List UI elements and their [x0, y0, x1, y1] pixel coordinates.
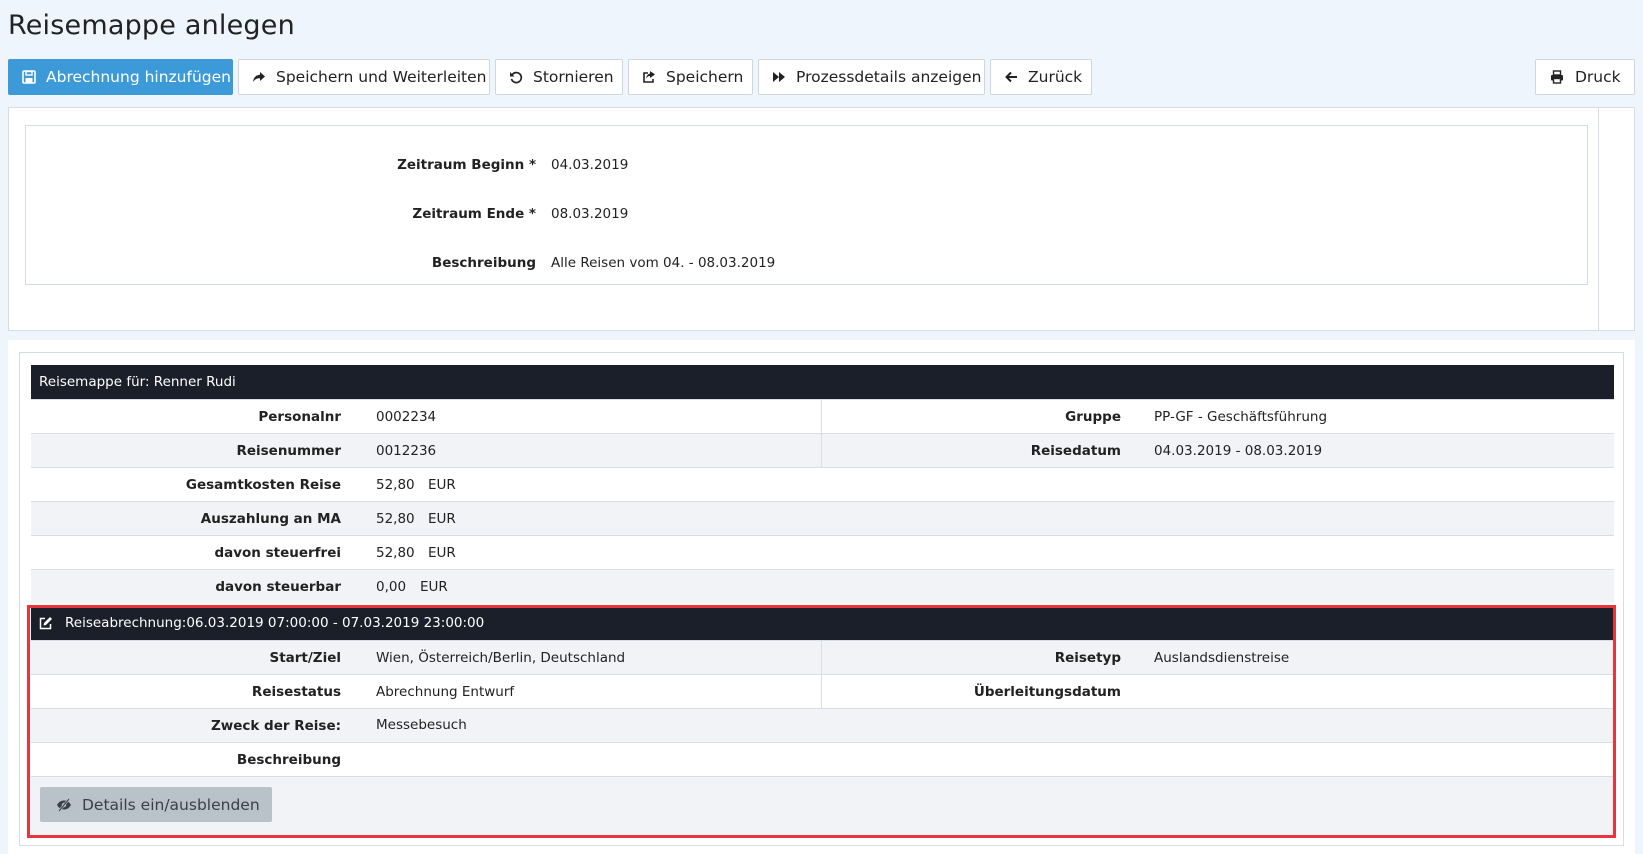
table-row: davon steuerfrei 52,80 EUR: [31, 535, 1614, 569]
undo-icon: [509, 69, 523, 85]
reisestatus-label: Reisestatus: [251, 684, 341, 700]
invoice-description-label: Beschreibung: [236, 752, 341, 768]
travel-panel: Reisemappe für: Renner Rudi Personalnr 0…: [8, 340, 1635, 854]
currency-label: EUR: [420, 579, 448, 595]
edit-icon[interactable]: [39, 616, 53, 630]
invoice-header[interactable]: Reiseabrechnung:06.03.2019 07:00:00 - 07…: [31, 606, 1614, 640]
table-row: Auszahlung an MA 52,80 EUR: [31, 501, 1614, 535]
toolbar: Abrechnung hinzufügen Speichern und Weit…: [8, 59, 1635, 95]
auszahlung-label: Auszahlung an MA: [200, 511, 341, 527]
folder-header: Reisemappe für: Renner Rudi: [31, 365, 1614, 399]
start-ziel-value: Wien, Österreich/Berlin, Deutschland: [376, 650, 626, 666]
save-label: Speichern: [666, 68, 744, 86]
invoice-header-text: Reiseabrechnung:06.03.2019 07:00:00 - 07…: [65, 615, 485, 631]
cancel-button[interactable]: Stornieren: [495, 59, 623, 95]
process-details-button[interactable]: Prozessdetails anzeigen: [758, 59, 985, 95]
zweck-value: Messebesuch: [376, 717, 467, 733]
reisetyp-label: Reisetyp: [1054, 650, 1121, 666]
page-title: Reisemappe anlegen: [8, 10, 295, 41]
auszahlung-value: 52,80: [376, 511, 415, 527]
travel-box: Reisemappe für: Renner Rudi Personalnr 0…: [19, 352, 1624, 846]
start-ziel-label: Start/Ziel: [269, 650, 341, 666]
eye-slash-icon: [56, 797, 72, 813]
currency-label: EUR: [428, 545, 456, 561]
folder-header-text: Reisemappe für: Renner Rudi: [39, 374, 236, 390]
form-row-description: Beschreibung Alle Reisen vom 04. - 08.03…: [26, 253, 1587, 273]
save-button[interactable]: Speichern: [628, 59, 753, 95]
table-row: Zweck der Reise: Messebesuch: [31, 708, 1614, 742]
back-button[interactable]: Zurück: [990, 59, 1092, 95]
form-row-end: Zeitraum Ende * 08.03.2019: [26, 204, 1587, 224]
gesamtkosten-value: 52,80: [376, 477, 415, 493]
table-row: Reisenummer 0012236 Reisedatum 04.03.201…: [31, 433, 1614, 467]
share-arrow-icon: [252, 69, 266, 85]
form-panel: Zeitraum Beginn * 04.03.2019 Zeitraum En…: [8, 107, 1635, 331]
description-label: Beschreibung: [431, 255, 536, 271]
reisenummer-label: Reisenummer: [236, 443, 341, 459]
start-date-label: Zeitraum Beginn *: [397, 157, 536, 173]
toggle-details-label: Details ein/ausblenden: [82, 795, 260, 814]
cancel-label: Stornieren: [533, 68, 614, 86]
back-label: Zurück: [1028, 68, 1083, 86]
reisestatus-value: Abrechnung Entwurf: [376, 684, 515, 700]
scrollbar[interactable]: [1598, 108, 1634, 330]
description-field[interactable]: Alle Reisen vom 04. - 08.03.2019: [551, 255, 775, 271]
reisenummer-value: 0012236: [376, 443, 437, 459]
gruppe-value: PP-GF - Geschäftsführung: [1154, 409, 1328, 425]
arrow-left-icon: [1004, 69, 1018, 85]
floppy-disk-icon: [22, 69, 36, 85]
print-label: Druck: [1575, 68, 1621, 86]
add-invoice-button[interactable]: Abrechnung hinzufügen: [8, 59, 233, 95]
form-row-start: Zeitraum Beginn * 04.03.2019: [26, 155, 1587, 175]
table-row: Personalnr 0002234 Gruppe PP-GF - Geschä…: [31, 399, 1614, 433]
table-row: Gesamtkosten Reise 52,80 EUR: [31, 467, 1614, 501]
reisedatum-value: 04.03.2019 - 08.03.2019: [1154, 443, 1323, 459]
gruppe-label: Gruppe: [1065, 409, 1121, 425]
process-details-label: Prozessdetails anzeigen: [796, 68, 982, 86]
table-row: Beschreibung: [31, 742, 1614, 776]
table-row: Reisestatus Abrechnung Entwurf Überleitu…: [31, 674, 1614, 708]
fast-forward-icon: [772, 69, 786, 85]
personalnr-label: Personalnr: [258, 409, 341, 425]
start-date-field[interactable]: 04.03.2019: [551, 157, 628, 173]
steuerfrei-value: 52,80: [376, 545, 415, 561]
currency-label: EUR: [428, 511, 456, 527]
table-row: davon steuerbar 0,00 EUR: [31, 569, 1614, 603]
save-forward-button[interactable]: Speichern und Weiterleiten: [238, 59, 490, 95]
period-form: Zeitraum Beginn * 04.03.2019 Zeitraum En…: [25, 125, 1588, 285]
currency-label: EUR: [428, 477, 456, 493]
print-button[interactable]: Druck: [1535, 59, 1635, 95]
steuerbar-label: davon steuerbar: [215, 579, 341, 595]
ueberleitungsdatum-label: Überleitungsdatum: [973, 684, 1121, 700]
steuerfrei-label: davon steuerfrei: [214, 545, 341, 561]
gesamtkosten-label: Gesamtkosten Reise: [185, 477, 341, 493]
end-date-label: Zeitraum Ende *: [412, 206, 536, 222]
save-forward-label: Speichern und Weiterleiten: [276, 68, 487, 86]
toggle-details-button[interactable]: Details ein/ausblenden: [40, 787, 272, 822]
zweck-label: Zweck der Reise:: [210, 718, 341, 734]
personalnr-value: 0002234: [376, 409, 437, 425]
steuerbar-value: 0,00: [376, 579, 407, 595]
reisetyp-value: Auslandsdienstreise: [1154, 650, 1290, 666]
printer-icon: [1549, 69, 1565, 85]
reisedatum-label: Reisedatum: [1030, 443, 1121, 459]
add-invoice-label: Abrechnung hinzufügen: [46, 68, 231, 86]
table-row: Start/Ziel Wien, Österreich/Berlin, Deut…: [31, 640, 1614, 674]
end-date-field[interactable]: 08.03.2019: [551, 206, 628, 222]
share-square-icon: [642, 69, 656, 85]
